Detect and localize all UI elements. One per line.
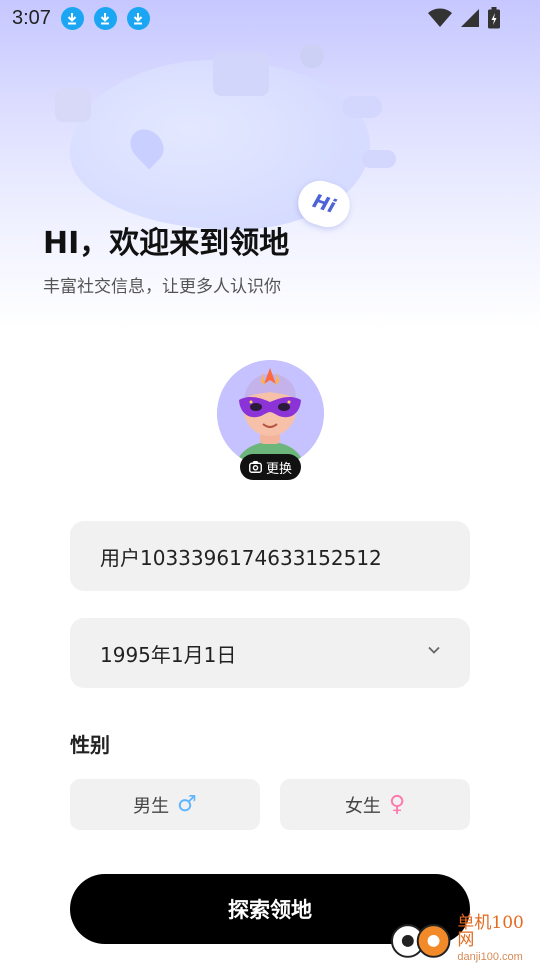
gear-illustration [300, 44, 324, 68]
camera-icon [249, 461, 262, 473]
status-bar: 3:07 [0, 0, 540, 36]
birthday-value: 1995年1月1日 [100, 642, 237, 667]
gender-male-button[interactable]: 男生 ♂ [70, 779, 260, 830]
female-icon: ♀ [388, 792, 406, 817]
download-icon [93, 6, 117, 30]
download-icon [60, 6, 84, 30]
watermark: 单机100网 danji100.com [390, 913, 540, 963]
watermark-name: 单机100网 [457, 913, 524, 950]
shop-illustration [213, 52, 269, 96]
avatar[interactable] [217, 360, 324, 467]
avatar-image [217, 360, 324, 467]
status-right-icons [428, 7, 500, 29]
house-illustration [55, 88, 91, 122]
status-time: 3:07 [12, 6, 51, 29]
male-icon: ♂ [177, 792, 197, 817]
explore-button-label: 探索领地 [228, 898, 312, 922]
username-field[interactable]: 用户1033396174633152512 [70, 521, 470, 591]
battery-icon [488, 7, 500, 29]
wifi-icon [428, 8, 452, 27]
watermark-logo-icon [390, 924, 451, 958]
change-avatar-button[interactable]: 更换 [240, 454, 301, 480]
cloud-illustration [362, 150, 396, 168]
chevron-down-icon [428, 646, 440, 654]
username-value: 用户1033396174633152512 [100, 545, 382, 570]
gender-label: 性别 [70, 733, 110, 757]
signal-icon [461, 9, 479, 27]
cloud-illustration [342, 96, 382, 118]
page-subtitle: 丰富社交信息，让更多人认识你 [43, 277, 281, 297]
download-icon [126, 6, 150, 30]
change-avatar-label: 更换 [265, 461, 292, 477]
gender-male-label: 男生 [133, 795, 170, 817]
gender-female-label: 女生 [344, 795, 381, 817]
gender-female-button[interactable]: 女生 ♀ [280, 779, 470, 830]
watermark-domain: danji100.com [457, 951, 523, 963]
birthday-select[interactable]: 1995年1月1日 [70, 618, 470, 688]
page-title: HI，欢迎来到领地 [43, 226, 290, 261]
